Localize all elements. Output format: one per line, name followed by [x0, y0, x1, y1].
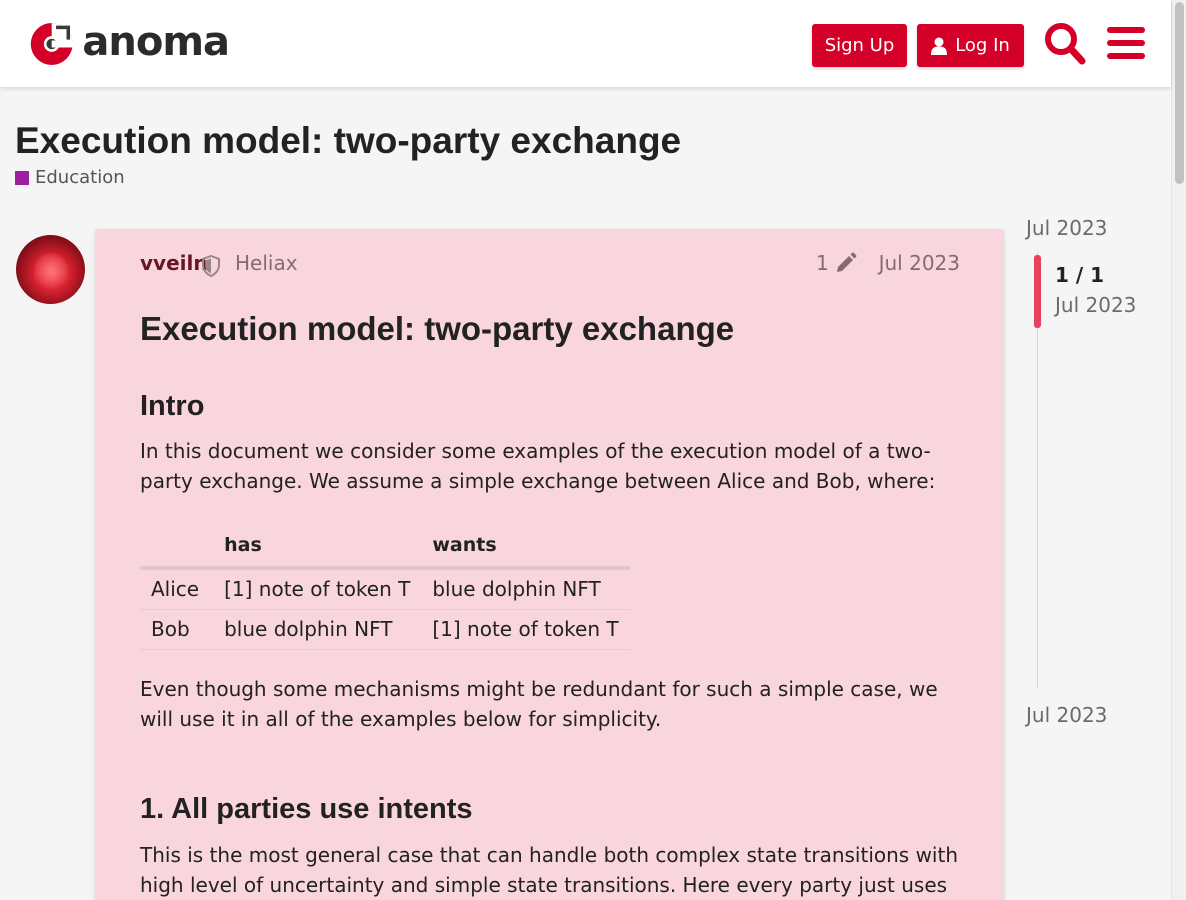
user-group[interactable]: Heliax: [235, 251, 298, 275]
timeline-end-date[interactable]: Jul 2023: [1026, 703, 1107, 727]
sign-up-button[interactable]: Sign Up: [812, 24, 907, 67]
post: vveiln Heliax 1 Jul 2023 Execution model…: [95, 229, 1004, 900]
category-name: Education: [35, 167, 125, 188]
user-icon: [931, 37, 948, 55]
search-icon[interactable]: [1044, 21, 1086, 65]
table-cell: Alice: [140, 568, 214, 611]
sign-up-label: Sign Up: [824, 35, 895, 56]
site-header: anoma Sign Up Log In: [0, 0, 1171, 87]
table-cell: Bob: [140, 609, 214, 651]
logo-text: anoma: [82, 19, 230, 65]
edit-count: 1: [816, 251, 829, 275]
exchange-table: has wants Alice [1] note of token T blue…: [140, 530, 630, 651]
avatar[interactable]: [16, 235, 85, 304]
timeline-start-date[interactable]: Jul 2023: [1026, 216, 1107, 240]
shield-icon: [202, 255, 220, 277]
site-logo[interactable]: anoma: [29, 18, 230, 70]
table-cell: blue dolphin NFT: [213, 609, 422, 651]
after-table-paragraph: Even though some mechanisms might be red…: [140, 677, 938, 732]
table-header-cell: [140, 530, 214, 571]
table-cell: blue dolphin NFT: [421, 568, 630, 611]
post-date[interactable]: Jul 2023: [879, 251, 960, 275]
topic-title[interactable]: Execution model: two-party exchange: [15, 120, 681, 162]
anoma-logo-icon: [30, 23, 75, 65]
scrollbar-thumb[interactable]: [1175, 2, 1184, 184]
username[interactable]: vveiln: [140, 251, 208, 275]
category-color-square: [15, 170, 29, 185]
section1-paragraph: This is the most general case that can h…: [140, 843, 958, 898]
log-in-label: Log In: [955, 35, 1010, 56]
post-meta: vveiln Heliax 1 Jul 2023: [140, 251, 960, 281]
pencil-icon: [836, 252, 857, 272]
intro-heading: Intro: [140, 389, 205, 422]
page-scrollbar[interactable]: [1171, 0, 1186, 900]
post-body: Execution model: two-party exchange Intr…: [140, 309, 965, 900]
table-header-cell: has: [213, 530, 422, 571]
table-row: Bob blue dolphin NFT [1] note of token T: [140, 609, 630, 651]
timeline-handle[interactable]: [1034, 255, 1041, 328]
post-heading: Execution model: two-party exchange: [140, 310, 735, 347]
category-badge[interactable]: Education: [15, 167, 125, 188]
log-in-button[interactable]: Log In: [917, 24, 1024, 67]
table-cell: [1] note of token T: [213, 568, 422, 611]
table-header-row: has wants: [140, 530, 630, 571]
timeline-position: 1 / 1: [1055, 263, 1105, 287]
intro-paragraph: In this document we consider some exampl…: [140, 439, 936, 494]
timeline-position-date: Jul 2023: [1055, 293, 1137, 317]
edit-history-button[interactable]: 1: [816, 251, 857, 275]
table-cell: [1] note of token T: [421, 609, 630, 651]
table-header-cell: wants: [421, 530, 630, 571]
table-row: Alice [1] note of token T blue dolphin N…: [140, 568, 630, 611]
hamburger-menu-icon[interactable]: [1105, 21, 1147, 65]
section1-heading: 1. All parties use intents: [140, 793, 473, 826]
